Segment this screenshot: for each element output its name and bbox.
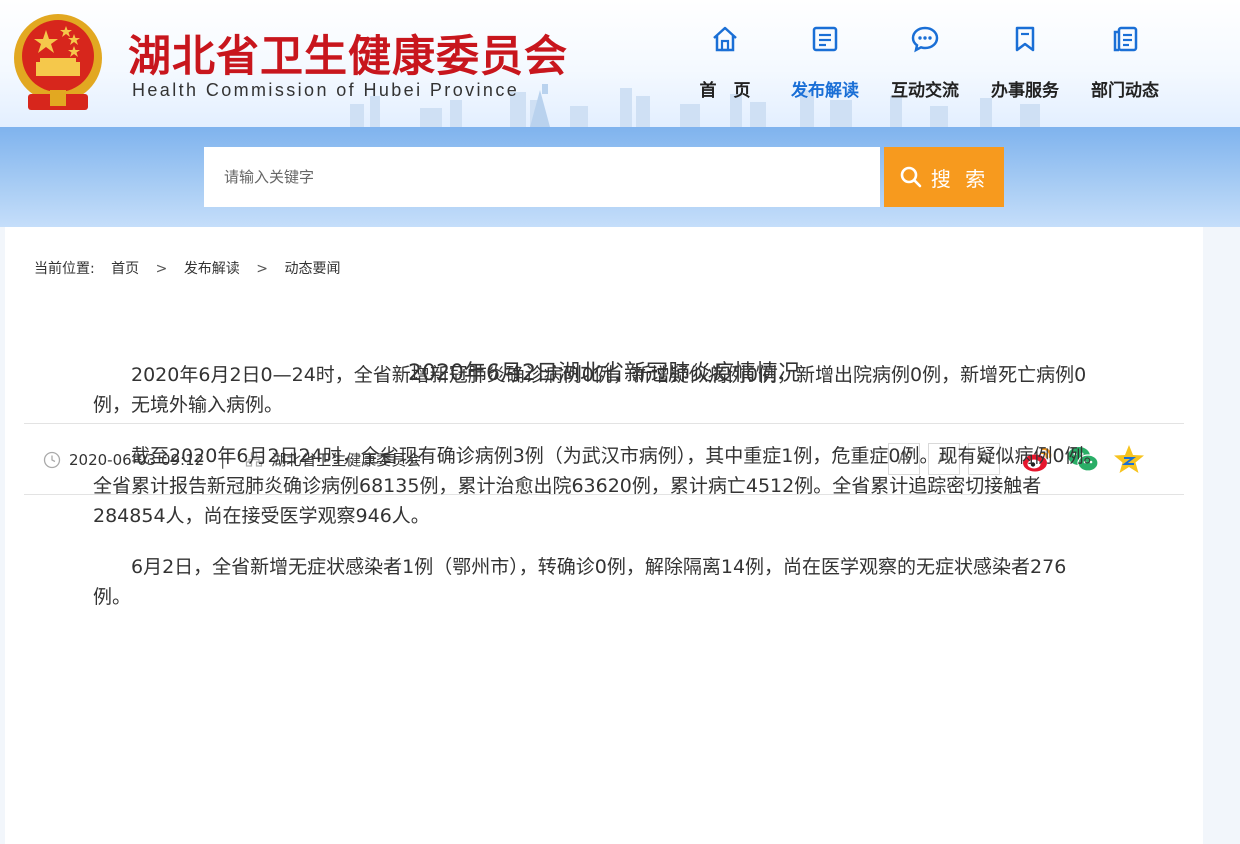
favorite-button[interactable] xyxy=(1112,442,1146,476)
nav-label: 发布解读 xyxy=(791,81,859,101)
article-body: 2020年6月2日0—24时，全省新增新冠肺炎确诊病例0例，新增疑似病例0例，新… xyxy=(93,360,1103,633)
breadcrumb-separator: > xyxy=(155,261,168,277)
star-icon xyxy=(1114,445,1144,473)
search-button-label: 搜 索 xyxy=(930,166,990,191)
nav-item-interact[interactable]: 互动交流 xyxy=(880,24,970,101)
breadcrumb-prefix: 当前位置: xyxy=(34,261,95,277)
main-nav: 首 页 发布解读 互动交流 办事服务 部门动态 xyxy=(680,24,1240,104)
document-icon xyxy=(812,26,838,52)
nav-label: 部门动态 xyxy=(1091,81,1159,101)
nav-item-home[interactable]: 首 页 xyxy=(680,24,770,101)
site-header: 湖北省卫生健康委员会 Health Commission of Hubei Pr… xyxy=(0,0,1240,127)
article-paragraph: 截至2020年6月2日24时，全省现有确诊病例3例（为武汉市病例），其中重症1例… xyxy=(93,445,1103,527)
nav-item-department[interactable]: 部门动态 xyxy=(1080,24,1170,101)
search-icon xyxy=(900,166,922,188)
home-icon xyxy=(713,26,737,52)
breadcrumb-item-home[interactable]: 首页 xyxy=(111,261,139,277)
breadcrumb-separator: > xyxy=(256,261,268,277)
nav-label: 办事服务 xyxy=(991,81,1059,101)
nav-item-services[interactable]: 办事服务 xyxy=(980,24,1070,101)
clock-icon xyxy=(43,451,61,468)
article-paragraph: 2020年6月2日0—24时，全省新增新冠肺炎确诊病例0例，新增疑似病例0例，新… xyxy=(93,364,1087,416)
breadcrumb-item-news[interactable]: 动态要闻 xyxy=(284,261,340,277)
breadcrumb: 当前位置: 首页 > 发布解读 > 动态要闻 xyxy=(34,258,352,278)
nav-label: 互动交流 xyxy=(891,81,959,101)
national-emblem-logo xyxy=(14,14,102,110)
search-button[interactable]: 搜 索 xyxy=(884,147,1004,207)
breadcrumb-item-publish[interactable]: 发布解读 xyxy=(184,261,240,277)
search-bar-area: 搜 索 xyxy=(0,127,1240,227)
nav-item-publish[interactable]: 发布解读 xyxy=(780,24,870,101)
nav-label: 首 页 xyxy=(699,81,751,101)
site-subtitle: Health Commission of Hubei Province xyxy=(132,80,520,100)
pages-icon xyxy=(1113,26,1138,52)
search-input[interactable] xyxy=(204,147,880,207)
site-title: 湖北省卫生健康委员会 xyxy=(128,32,568,82)
bookmark-icon xyxy=(1015,26,1035,52)
chat-icon xyxy=(911,26,939,53)
article-paragraph: 6月2日，全省新增无症状感染者1例（鄂州市），转确诊0例，解除隔离14例，尚在医… xyxy=(93,556,1067,608)
